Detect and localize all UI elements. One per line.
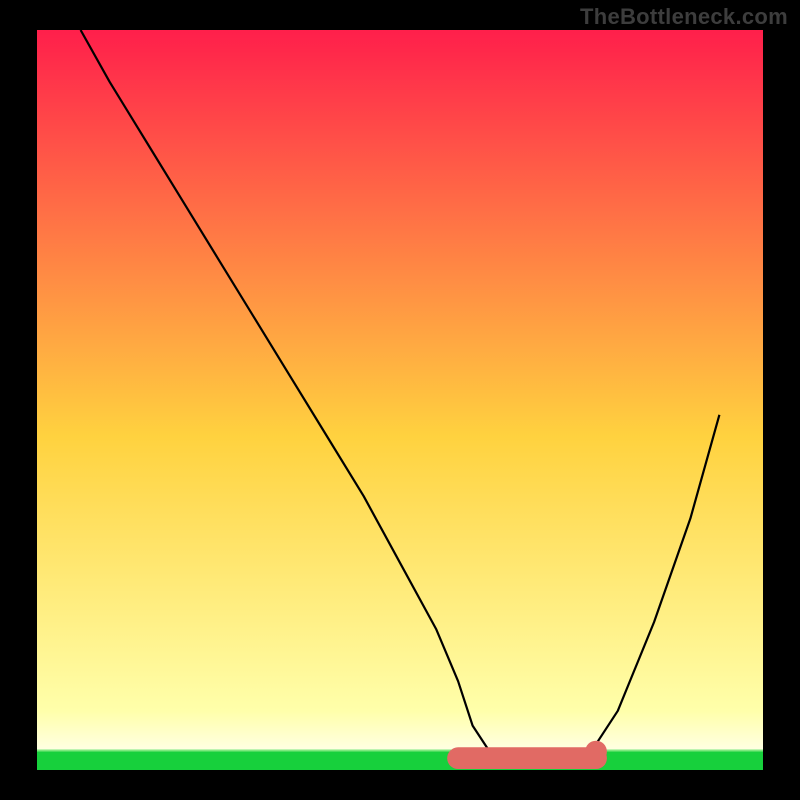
chart-frame: TheBottleneck.com bbox=[0, 0, 800, 800]
flat-region-end-dot bbox=[585, 741, 607, 763]
chart-svg bbox=[0, 0, 800, 800]
